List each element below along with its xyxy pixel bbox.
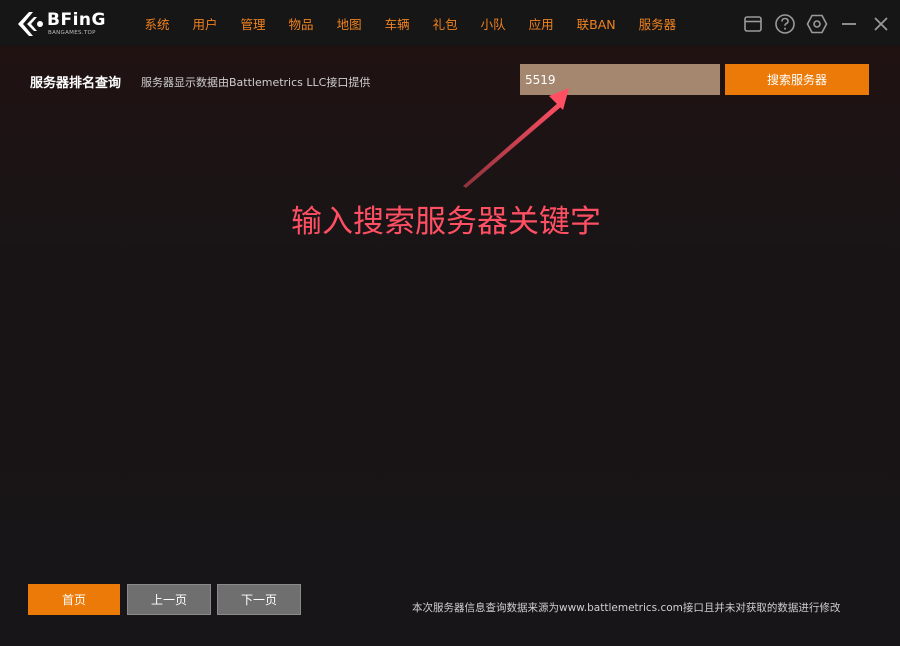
logo-text: BFinG <box>47 10 106 30</box>
nav-item-items[interactable]: 物品 <box>277 14 325 33</box>
page-subtitle: 服务器显示数据由Battlemetrics LLC接口提供 <box>141 76 371 89</box>
app-window: BFinG BANGAMES.TOP 系统 用户 管理 物品 地图 车辆 礼包 … <box>0 0 900 646</box>
nav-item-squads[interactable]: 小队 <box>469 14 517 33</box>
page-title: 服务器排名查询 <box>30 76 122 91</box>
previous-page-button[interactable]: 上一页 <box>127 584 211 615</box>
nav-item-apps[interactable]: 应用 <box>517 14 565 33</box>
next-page-button[interactable]: 下一页 <box>217 584 301 615</box>
nav-item-vehicles[interactable]: 车辆 <box>373 14 421 33</box>
settings-icon[interactable] <box>806 13 828 35</box>
logo-subtitle: BANGAMES.TOP <box>48 30 96 36</box>
nav-item-joint-ban[interactable]: 联BAN <box>565 14 627 33</box>
top-bar: BFinG BANGAMES.TOP 系统 用户 管理 物品 地图 车辆 礼包 … <box>0 0 900 46</box>
logo: BFinG BANGAMES.TOP <box>16 8 116 40</box>
annotation-arrow-icon <box>463 88 569 188</box>
search-server-button[interactable]: 搜索服务器 <box>725 64 869 95</box>
first-page-button[interactable]: 首页 <box>28 584 120 615</box>
nav-item-management[interactable]: 管理 <box>229 14 277 33</box>
nav-item-servers[interactable]: 服务器 <box>627 14 688 33</box>
close-icon[interactable] <box>870 13 892 35</box>
main-nav: 系统 用户 管理 物品 地图 车辆 礼包 小队 应用 联BAN 服务器 <box>133 0 688 46</box>
nav-item-maps[interactable]: 地图 <box>325 14 373 33</box>
window-icon[interactable] <box>742 13 764 35</box>
help-icon[interactable] <box>774 13 796 35</box>
minimize-icon[interactable] <box>838 13 860 35</box>
data-source-note: 本次服务器信息查询数据来源为www.battlemetrics.com接口且并未… <box>412 602 841 614</box>
nav-item-system[interactable]: 系统 <box>133 14 181 33</box>
window-controls <box>742 12 892 36</box>
nav-item-users[interactable]: 用户 <box>181 14 229 33</box>
annotation-text: 输入搜索服务器关键字 <box>291 204 601 240</box>
logo-mark-icon <box>18 12 43 36</box>
nav-item-gift-packs[interactable]: 礼包 <box>421 14 469 33</box>
